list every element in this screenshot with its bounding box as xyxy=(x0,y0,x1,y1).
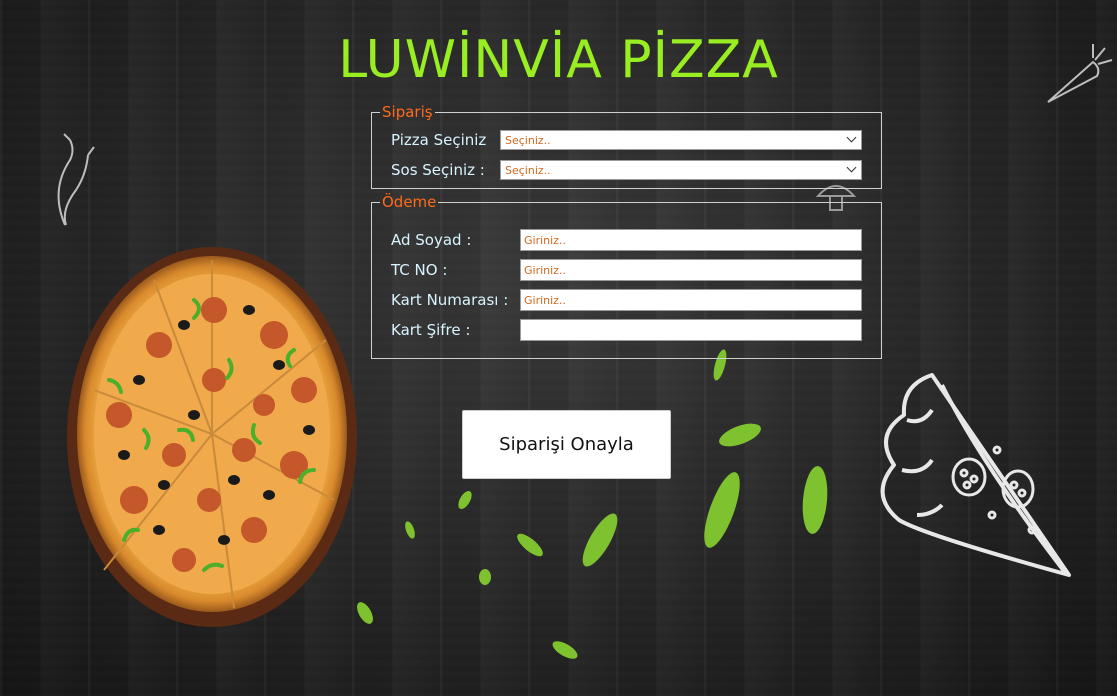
tc-input[interactable]: Giriniz.. xyxy=(520,259,862,281)
card-number-label: Kart Numarası : xyxy=(391,291,509,309)
leaf-decoration xyxy=(704,349,828,548)
sauce-select[interactable]: Seçiniz.. xyxy=(500,160,862,180)
confirm-order-label: Siparişi Onayla xyxy=(499,434,634,455)
card-number-input[interactable]: Giriniz.. xyxy=(520,289,862,311)
pizza-select-value: Seçiniz.. xyxy=(505,134,551,147)
chevron-down-icon xyxy=(846,162,857,173)
chevron-down-icon xyxy=(846,132,857,143)
order-legend: Sipariş xyxy=(382,103,433,121)
pizza-slice-sketch xyxy=(880,373,1071,577)
tc-label: TC NO : xyxy=(391,261,448,279)
name-input[interactable]: Giriniz.. xyxy=(520,229,862,251)
pizza-label: Pizza Seçiniz xyxy=(391,131,487,149)
name-label: Ad Soyad : xyxy=(391,231,472,249)
app-title: LUWİNVİA PİZZA xyxy=(338,30,779,90)
chili-sketch xyxy=(57,133,95,226)
card-pin-label: Kart Şifre : xyxy=(391,321,471,339)
payment-legend: Ödeme xyxy=(382,193,437,211)
card-pin-input[interactable] xyxy=(520,319,862,341)
leaf-decoration xyxy=(357,490,618,659)
sauce-select-value: Seçiniz.. xyxy=(505,164,551,177)
confirm-order-button[interactable]: Siparişi Onayla xyxy=(462,410,671,479)
sauce-label: Sos Seçiniz : xyxy=(391,161,485,179)
pizza-select[interactable]: Seçiniz.. xyxy=(500,130,862,150)
pizza-image xyxy=(67,247,357,627)
